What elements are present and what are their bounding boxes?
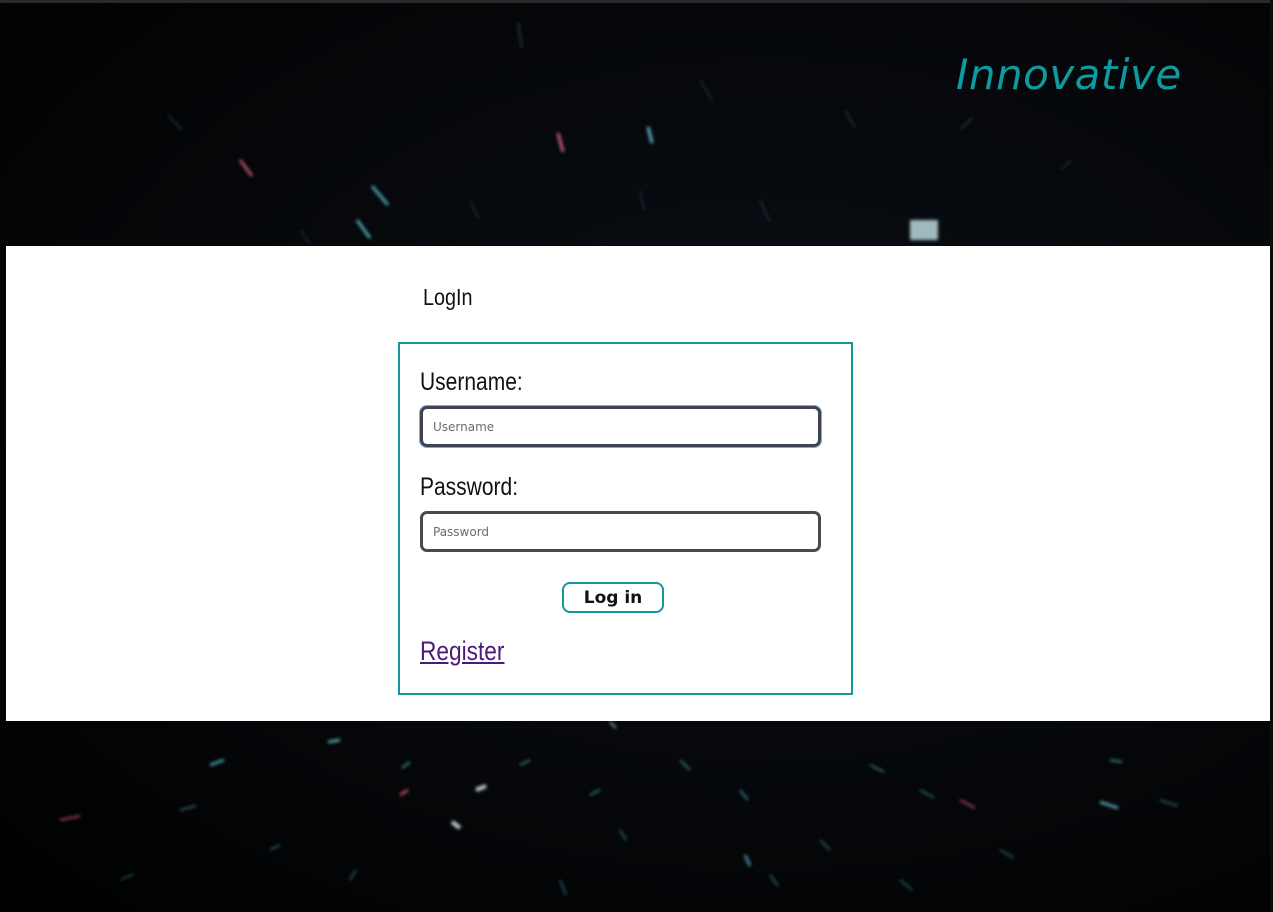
page: Innovative LogIn Username: Password: Log… (0, 0, 1273, 912)
username-input[interactable] (420, 406, 821, 447)
password-label: Password: (420, 473, 519, 501)
brand-logo: Innovative (956, 50, 1182, 99)
password-input[interactable] (420, 511, 821, 552)
login-panel: LogIn Username: Password: Log in Registe… (6, 246, 1270, 721)
page-title: LogIn (423, 284, 473, 310)
register-link[interactable]: Register (420, 636, 504, 667)
login-form: Username: Password: Log in Register (398, 342, 853, 695)
login-button[interactable]: Log in (562, 582, 664, 613)
username-label: Username: (420, 368, 523, 396)
